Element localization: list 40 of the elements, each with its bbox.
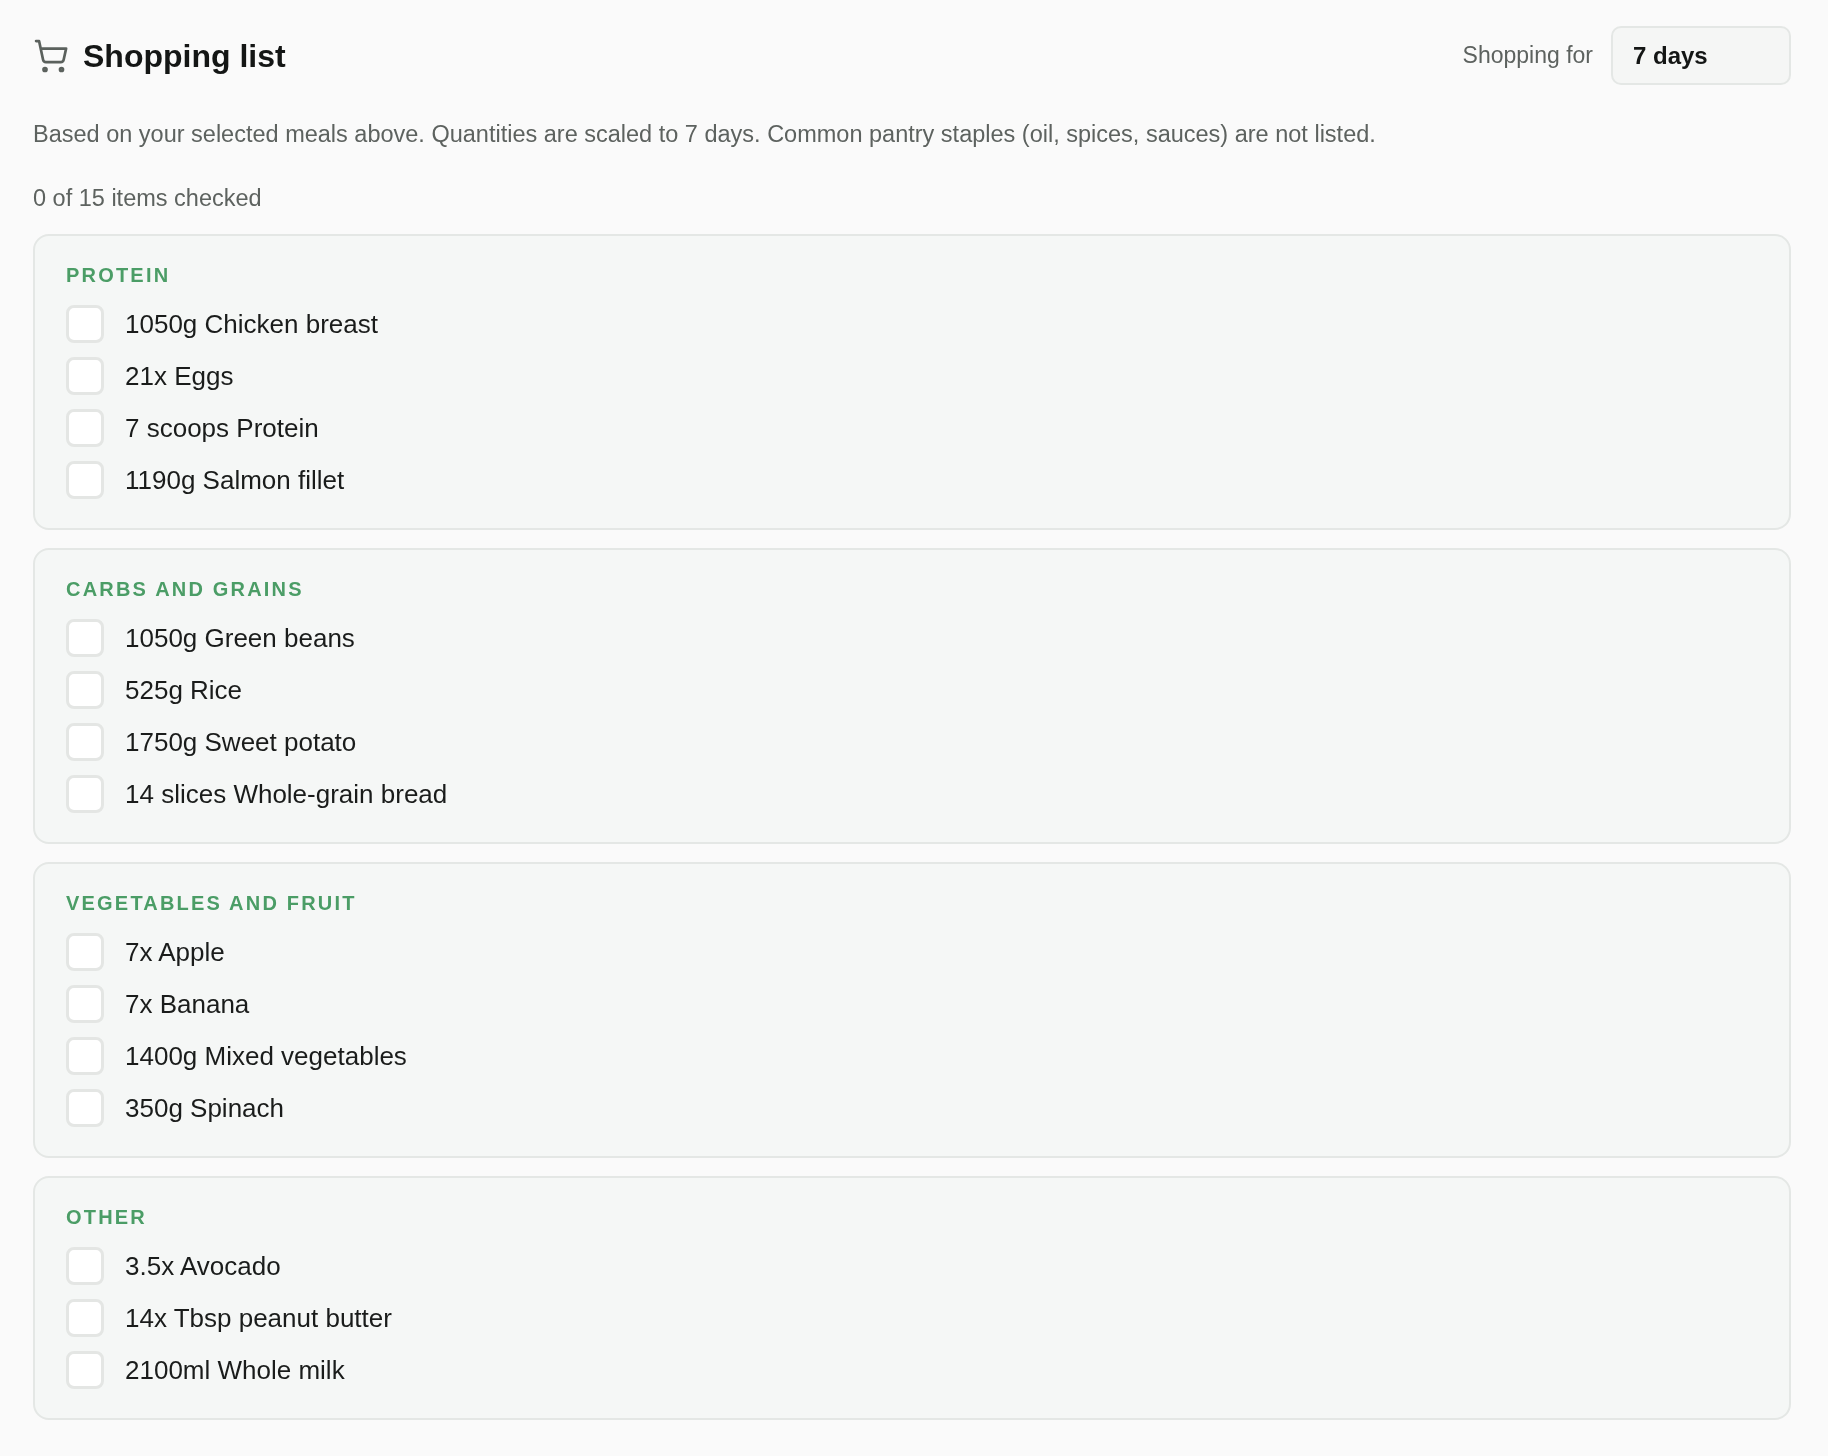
item-label: 7x Apple — [125, 936, 225, 968]
shopping-cart-icon — [33, 37, 69, 74]
item-label: 1050g Chicken breast — [125, 308, 378, 340]
category-heading: VEGETABLES AND FRUIT — [66, 891, 358, 915]
item-label: 3.5x Avocado — [125, 1250, 281, 1282]
checkbox[interactable] — [66, 1351, 104, 1389]
item-label: 1050g Green beans — [125, 622, 355, 654]
checkbox[interactable] — [66, 1037, 104, 1075]
category-heading: CARBS AND GRAINS — [66, 577, 305, 601]
page-title: Shopping list — [83, 36, 286, 76]
progress-text: 0 of 15 items checked — [33, 184, 263, 213]
item-label: 1750g Sweet potato — [125, 726, 357, 758]
checkbox[interactable] — [66, 671, 104, 709]
category-heading: OTHER — [66, 1205, 148, 1229]
category-heading: PROTEIN — [66, 263, 172, 287]
item-label: 1190g Salmon fillet — [125, 464, 345, 496]
duration-select[interactable]: 7 days — [1611, 26, 1791, 85]
description-text: Based on your selected meals above. Quantities are scaled to 7 days. Common pantry staples (oil, spices, sauces) are not listed. — [33, 120, 1377, 149]
item-label: 7 scoops Protein — [125, 412, 319, 444]
checkbox[interactable] — [66, 933, 104, 971]
checkbox[interactable] — [66, 619, 104, 657]
checkbox[interactable] — [66, 723, 104, 761]
checkbox[interactable] — [66, 1299, 104, 1337]
checkbox[interactable] — [66, 305, 104, 343]
checkbox[interactable] — [66, 409, 104, 447]
item-label: 14x Tbsp peanut butter — [125, 1302, 392, 1334]
checkbox[interactable] — [66, 357, 104, 395]
duration-label: Shopping for — [1462, 42, 1593, 69]
item-label: 525g Rice — [125, 674, 243, 706]
item-label: 7x Banana — [125, 988, 250, 1020]
checkbox[interactable] — [66, 461, 104, 499]
item-label: 1400g Mixed vegetables — [125, 1040, 407, 1072]
checkbox[interactable] — [66, 985, 104, 1023]
checkbox[interactable] — [66, 775, 104, 813]
item-label: 14 slices Whole-grain bread — [125, 778, 448, 810]
checkbox[interactable] — [66, 1247, 104, 1285]
checkbox[interactable] — [66, 1089, 104, 1127]
item-label: 350g Spinach — [125, 1092, 285, 1124]
item-label: 2100ml Whole milk — [125, 1354, 345, 1386]
item-label: 21x Eggs — [125, 360, 234, 392]
